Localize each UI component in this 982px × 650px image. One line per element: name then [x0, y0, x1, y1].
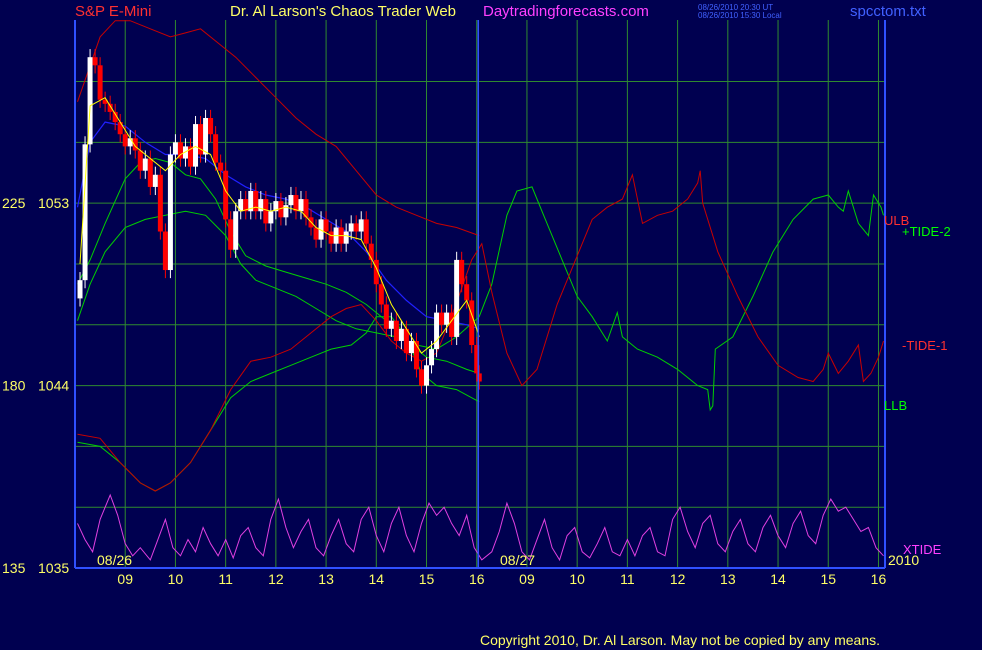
price-bar-body: [263, 199, 269, 224]
x-tick-label: 11: [218, 571, 233, 587]
y-tick-left: 135: [2, 560, 26, 576]
x-tick-label: 15: [820, 571, 836, 587]
price-bar-body: [137, 150, 143, 171]
price-bar-body: [348, 223, 354, 232]
price-bar-body: [253, 190, 259, 212]
price-bar-body: [449, 312, 455, 337]
price-bar-body: [162, 231, 168, 271]
price-bar-body: [424, 365, 430, 386]
price-bar-body: [77, 280, 83, 299]
price-bar-body: [313, 227, 319, 240]
y-tick-left: 225: [2, 195, 26, 211]
price-bar-body: [193, 124, 199, 167]
price-bar-body: [328, 231, 334, 244]
price-bar-body: [288, 195, 294, 206]
x-tick-label: 10: [168, 571, 184, 587]
price-bar-body: [228, 219, 234, 250]
label-tide1: -TIDE-1: [902, 338, 948, 353]
grid: [75, 20, 885, 568]
price-bar-body: [117, 122, 123, 135]
price-bar-body: [233, 211, 239, 250]
price-bar-body: [157, 174, 163, 232]
price-bar-body: [343, 231, 349, 244]
x-tick-label: 09: [117, 571, 133, 587]
price-bar-body: [122, 134, 128, 147]
series-yellow-average: [79, 97, 480, 354]
file-name: spcctom.txt: [850, 3, 927, 20]
price-bar-body: [97, 65, 103, 100]
price-bar-body: [298, 199, 304, 212]
y-tick-price: 1053: [38, 195, 69, 211]
date-label-day1: 08/26: [97, 552, 132, 568]
date-label-day2: 08/27: [500, 552, 535, 568]
series-layer: [76, 20, 884, 562]
x-tick-label: 16: [871, 571, 887, 587]
chart-title: Dr. Al Larson's Chaos Trader Web: [230, 3, 456, 20]
price-bar-body: [223, 170, 229, 220]
price-bar-body: [172, 142, 178, 155]
price-bar-body: [429, 349, 435, 366]
instrument-title: S&P E-Mini: [75, 3, 151, 20]
price-bar-body: [363, 219, 369, 244]
x-tick-label: 14: [369, 571, 385, 587]
label-tide2: +TIDE-2: [902, 224, 951, 239]
price-bar-body: [418, 369, 424, 386]
x-tick-label: 15: [419, 571, 435, 587]
price-bar-body: [353, 223, 359, 232]
price-bar-body: [408, 340, 414, 354]
price-bar-body: [203, 118, 209, 155]
price-bar-body: [142, 158, 148, 171]
x-tick-label: 12: [670, 571, 686, 587]
x-tick-label: 13: [720, 571, 736, 587]
price-bar-body: [454, 259, 460, 337]
price-bar-body: [358, 219, 364, 232]
price-bar-body: [398, 328, 404, 341]
price-bar-body: [393, 320, 399, 341]
price-bar-body: [368, 243, 374, 260]
price-bar-body: [383, 304, 389, 329]
price-bar-body: [469, 300, 475, 346]
price-bar-body: [218, 162, 224, 171]
label-llb: LLB: [884, 398, 907, 413]
price-bar-body: [444, 312, 450, 325]
price-bar-body: [208, 118, 214, 135]
x-tick-label: 11: [620, 571, 635, 587]
x-tick-label: 16: [469, 571, 485, 587]
x-tick-label: 10: [569, 571, 585, 587]
y-tick-price: 1035: [38, 560, 69, 576]
series-xtide: [77, 493, 884, 562]
timestamp-local: 08/26/2010 15:30 Local: [698, 11, 782, 20]
copyright: Copyright 2010, Dr. Al Larson. May not b…: [480, 632, 880, 648]
series-tide1: [77, 170, 884, 492]
x-tick-label: 12: [268, 571, 284, 587]
price-bar-body: [213, 134, 219, 163]
price-bar-body: [439, 312, 445, 325]
price-bar-body: [92, 57, 98, 66]
price-bar-body: [268, 211, 274, 224]
x-tick-label: 14: [770, 571, 786, 587]
price-bar-body: [152, 174, 158, 187]
year-label: 2010: [888, 552, 919, 568]
price-bar-body: [459, 259, 465, 285]
x-tick-label: 09: [519, 571, 535, 587]
price-bar-body: [167, 154, 173, 271]
axes: 09 10 11 12 13 14 15 16 09 10 11 12 13 14 15 16 225 1053 1…: [2, 20, 886, 587]
y-tick-price: 1044: [38, 378, 69, 394]
price-bar-body: [378, 284, 384, 305]
price-bar-body: [434, 312, 440, 350]
site-link[interactable]: Daytradingforecasts.com: [483, 3, 649, 20]
price-bar-body: [388, 320, 394, 329]
chaos-trader-chart: 09 10 11 12 13 14 15 16 09 10 11 12 13 14 15 16 225 1053 1…: [2, 3, 951, 648]
price-bar-body: [147, 158, 153, 187]
price-bar-body: [293, 195, 299, 212]
y-tick-left: 180: [2, 378, 26, 394]
price-bar-body: [464, 284, 470, 301]
price-bar-body: [323, 219, 329, 232]
x-tick-label: 13: [318, 571, 334, 587]
price-bar-body: [127, 138, 133, 147]
series-blue-average: [76, 121, 480, 330]
